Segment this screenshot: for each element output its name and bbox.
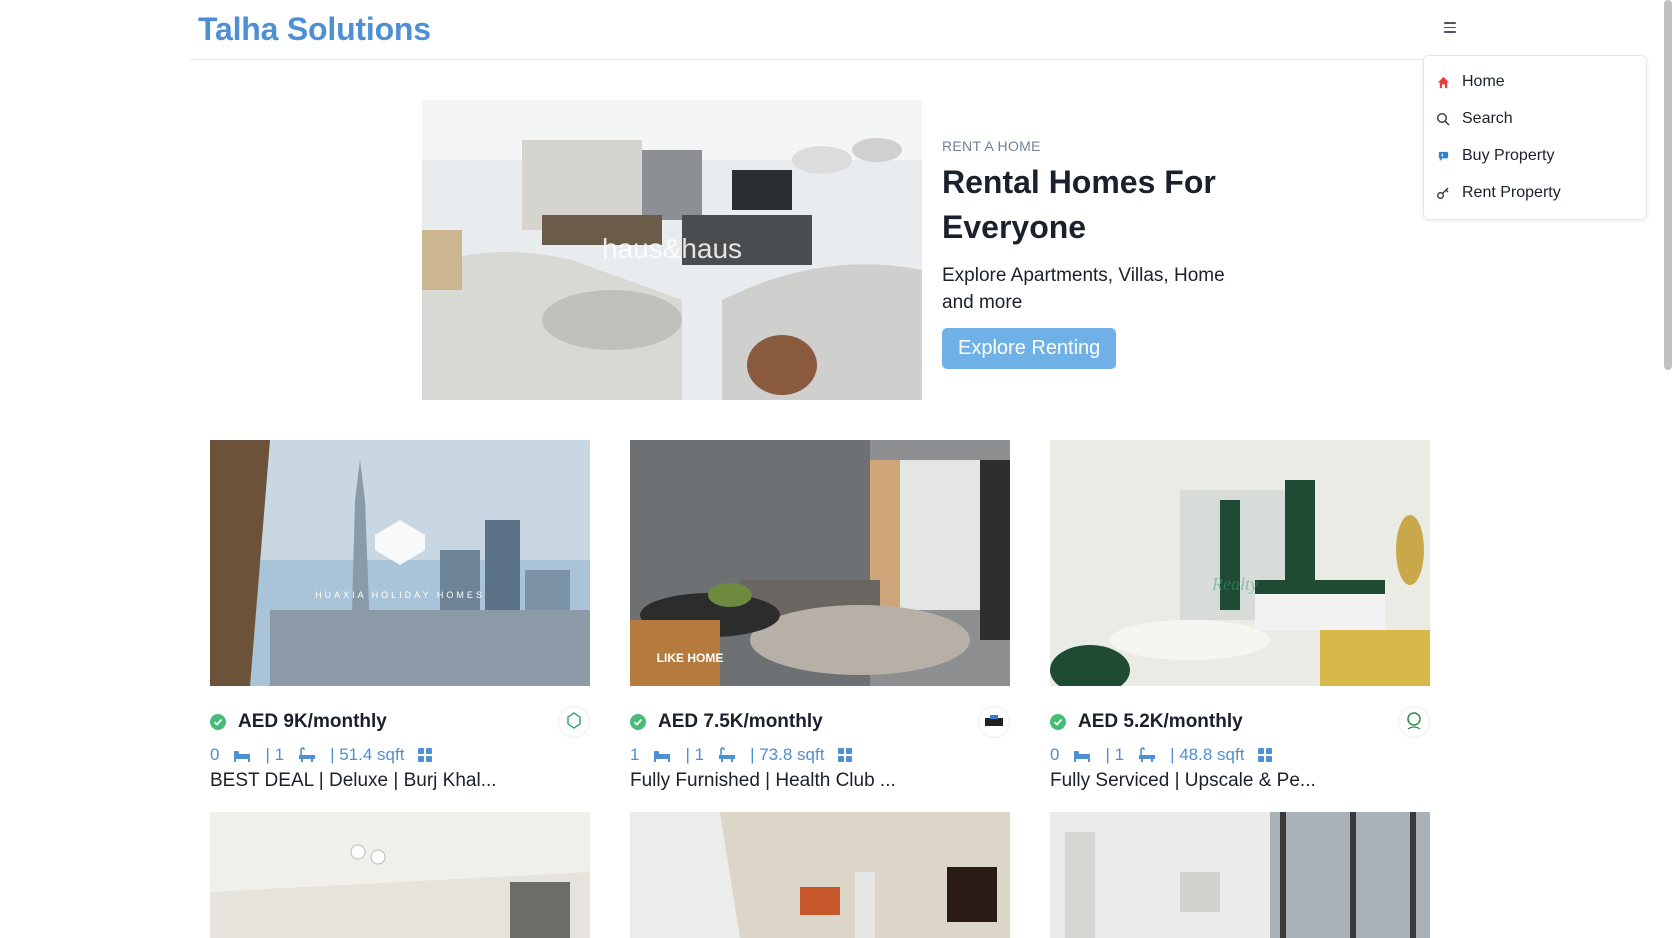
agency-logo-icon[interactable] xyxy=(1398,706,1430,738)
listing-watermark: LIKE HOME xyxy=(657,651,724,665)
bed-icon xyxy=(653,748,671,762)
hero-description: Explore Apartments, Villas, Home and mor… xyxy=(942,265,1225,313)
dropdown-menu: Home Search Buy Property Rent Property xyxy=(1423,55,1647,220)
bed-icon xyxy=(1073,748,1091,762)
bed-icon xyxy=(233,748,251,762)
listing-title[interactable]: Fully Furnished | Health Club ... xyxy=(630,770,896,792)
listing-title[interactable]: BEST DEAL | Deluxe | Burj Khal... xyxy=(210,770,497,792)
key-icon xyxy=(1436,186,1450,200)
listing-watermark: HUAXIA HOLIDAY HOMES xyxy=(315,590,485,600)
menu-item-label: Rent Property xyxy=(1462,184,1561,201)
menu-item-rent-property[interactable]: Rent Property xyxy=(1436,177,1636,209)
area-value: | 73.8 sqft xyxy=(750,745,825,764)
home-icon xyxy=(1436,75,1450,89)
listing-card[interactable] xyxy=(210,812,590,938)
listing-image[interactable]: Realty xyxy=(1050,440,1430,686)
hero-title: Rental Homes For Everyone xyxy=(942,164,1216,245)
baths-count: | 1 xyxy=(685,745,705,764)
scrollbar[interactable] xyxy=(1664,0,1672,370)
rooms-count: 1 xyxy=(630,745,640,764)
hero-subtitle: RENT A HOME xyxy=(942,138,1041,154)
menu-item-home[interactable]: Home xyxy=(1436,66,1636,98)
listing-image[interactable]: LIKE HOME xyxy=(630,440,1010,686)
hero-image: haus&haus xyxy=(422,100,922,400)
menu-item-label: Buy Property xyxy=(1462,147,1555,164)
listing-price: AED 9K/monthly xyxy=(238,711,387,732)
search-icon xyxy=(1436,112,1450,126)
verified-check-icon xyxy=(1050,714,1066,730)
agency-logo-icon[interactable] xyxy=(978,706,1010,738)
explore-renting-button[interactable]: Explore Renting xyxy=(942,328,1117,369)
menu-item-label: Home xyxy=(1462,73,1505,90)
listing-card[interactable]: HUAXIA HOLIDAY HOMES AED 9K/monthly 0 | … xyxy=(210,440,590,791)
menu-item-search[interactable]: Search xyxy=(1436,103,1636,135)
verified-check-icon xyxy=(630,714,646,730)
listing-image[interactable]: HUAXIA HOLIDAY HOMES xyxy=(210,440,590,686)
listing-card[interactable]: Realty AED 5.2K/monthly 0 | 1 | 48.8 sqf… xyxy=(1050,440,1430,791)
agency-logo-icon[interactable] xyxy=(558,706,590,738)
grid-icon xyxy=(418,748,433,762)
rooms-count: 0 xyxy=(1050,745,1060,764)
listing-price: AED 5.2K/monthly xyxy=(1078,711,1243,732)
hero-text: RENT A HOME Rental Homes For Everyone Ex… xyxy=(942,138,1282,369)
grid-icon xyxy=(838,748,853,762)
listing-watermark: Realty xyxy=(1211,574,1258,594)
grid-icon xyxy=(1258,748,1273,762)
bathtub-icon xyxy=(298,747,316,763)
listing-card[interactable] xyxy=(630,812,1010,938)
brand-logo[interactable]: Talha Solutions xyxy=(198,11,431,48)
hero-watermark: haus&haus xyxy=(602,233,742,264)
verified-check-icon xyxy=(210,714,226,730)
listing-card[interactable] xyxy=(1050,812,1430,938)
hamburger-menu-icon[interactable] xyxy=(1437,15,1463,39)
baths-count: | 1 xyxy=(265,745,285,764)
listing-image[interactable] xyxy=(630,812,1010,938)
menu-item-label: Search xyxy=(1462,110,1513,127)
rooms-count: 0 xyxy=(210,745,220,764)
bathtub-icon xyxy=(718,747,736,763)
listing-image[interactable] xyxy=(210,812,590,938)
area-value: | 48.8 sqft xyxy=(1170,745,1245,764)
navbar: Talha Solutions xyxy=(190,0,1550,60)
area-value: | 51.4 sqft xyxy=(330,745,405,764)
bathtub-icon xyxy=(1138,747,1156,763)
listing-price: AED 7.5K/monthly xyxy=(658,711,823,732)
listing-card[interactable]: LIKE HOME AED 7.5K/monthly 1 | 1 | 73.8 … xyxy=(630,440,1010,791)
listing-title[interactable]: Fully Serviced | Upscale & Pe... xyxy=(1050,770,1316,792)
listing-image[interactable] xyxy=(1050,812,1430,938)
baths-count: | 1 xyxy=(1105,745,1125,764)
menu-item-buy-property[interactable]: Buy Property xyxy=(1436,140,1636,172)
flag-icon xyxy=(1436,149,1450,163)
